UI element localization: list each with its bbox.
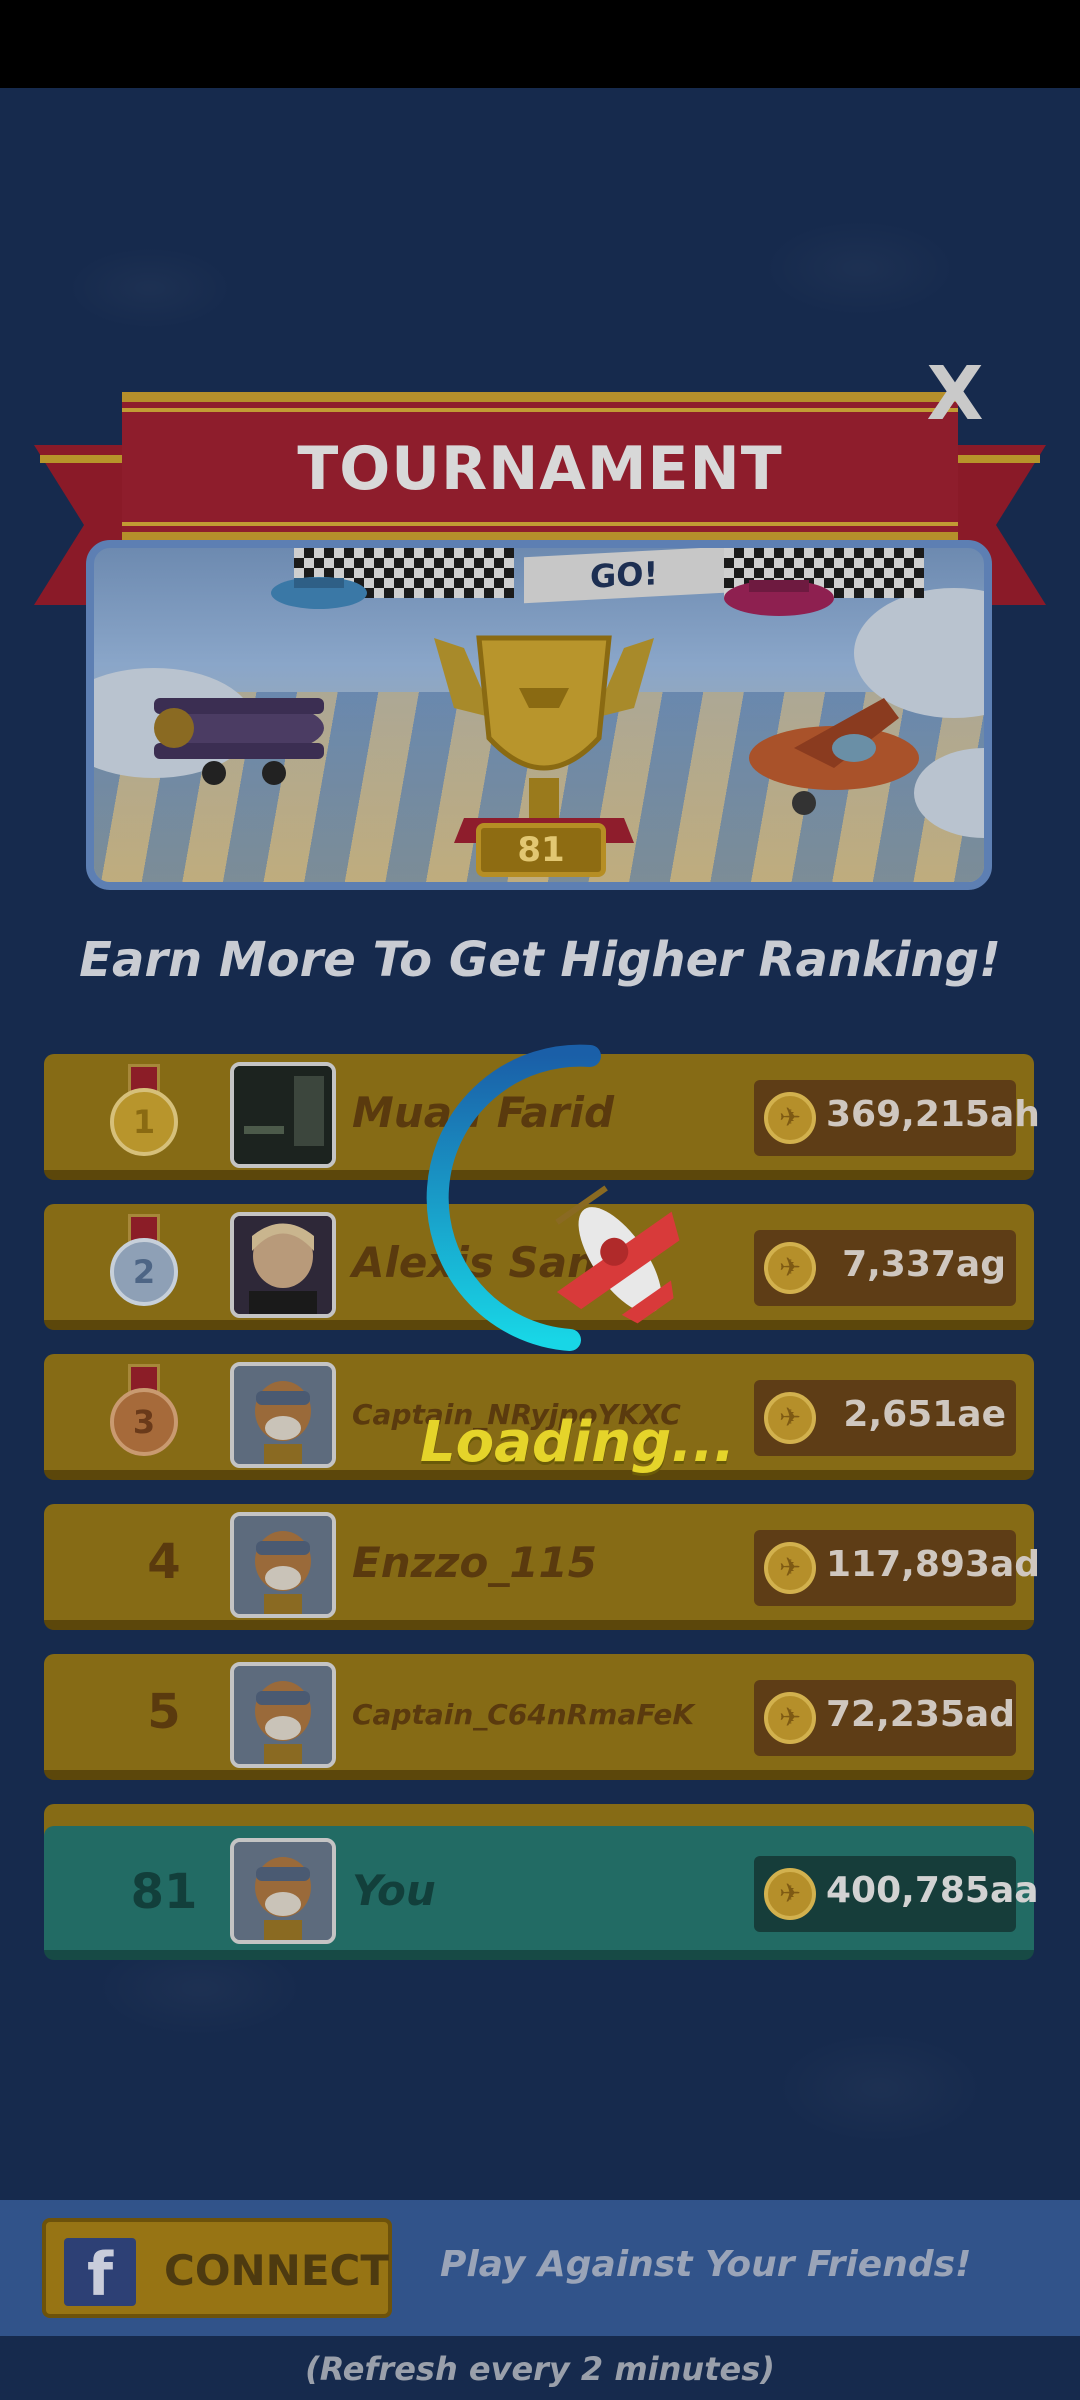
status-bar — [0, 0, 1080, 88]
coin-icon: ✈ — [764, 1092, 816, 1144]
player-name: Captain_C64nRmaFeK — [352, 1698, 695, 1731]
orange-plane-icon — [749, 698, 919, 815]
coin-icon: ✈ — [764, 1692, 816, 1744]
player-name: You — [352, 1866, 436, 1915]
gold-medal-icon: 1 — [104, 1064, 184, 1164]
pilot-avatar-icon — [234, 1366, 332, 1464]
avatar — [230, 1662, 336, 1768]
silver-medal-icon: 2 — [104, 1214, 184, 1314]
score-value: 7,337ag — [842, 1244, 1006, 1285]
player-rank: 81 — [130, 1864, 198, 1920]
score-value: 2,651ae — [843, 1394, 1006, 1435]
page-title: TOURNAMENT — [297, 434, 783, 504]
ribbon-line — [122, 408, 958, 412]
avatar — [230, 1512, 336, 1618]
refresh-note: (Refresh every 2 minutes) — [305, 2350, 775, 2388]
avatar-image — [234, 1216, 332, 1314]
biplane-icon — [154, 698, 324, 785]
coin-icon: ✈ — [764, 1392, 816, 1444]
score-box: ✈ 369,215ah — [754, 1080, 1040, 1156]
avatar-image — [234, 1066, 332, 1164]
pilot-avatar-icon — [234, 1516, 332, 1614]
score-value: 400,785aa — [826, 1870, 1039, 1911]
player-name: Enzzo_115 — [352, 1538, 598, 1587]
blue-plane-icon — [271, 577, 367, 609]
score-box: ✈ 7,337ag — [754, 1230, 1016, 1306]
medal-rank: 1 — [110, 1088, 178, 1156]
connect-label: CONNECT — [164, 2246, 389, 2295]
coin-icon: ✈ — [764, 1242, 816, 1294]
player-row[interactable]: 81 You ✈ 400,785aa — [44, 1826, 1039, 1960]
leaderboard-row[interactable]: 5 Captain_C64nRmaFeK ✈ 72,235ad — [44, 1654, 1034, 1780]
go-banner: GO! — [524, 548, 724, 604]
close-button[interactable]: X — [920, 354, 990, 434]
tournament-banner: GO! 81 — [86, 540, 992, 890]
ribbon: TOURNAMENT — [122, 392, 958, 542]
ribbon-line — [122, 522, 958, 526]
facebook-icon: f — [64, 2238, 136, 2310]
pilot-avatar-icon — [234, 1842, 332, 1940]
rank-number: 4 — [147, 1534, 181, 1590]
score-box: ✈ 117,893ad — [754, 1530, 1041, 1606]
avatar — [230, 1062, 336, 1168]
facebook-connect-button[interactable]: f CONNECT — [42, 2218, 392, 2318]
bronze-medal-icon: 3 — [104, 1364, 184, 1464]
coin-icon: ✈ — [764, 1542, 816, 1594]
score-value: 117,893ad — [826, 1544, 1041, 1585]
trophy-level-badge: 81 — [476, 823, 606, 877]
pink-plane-icon — [724, 580, 834, 616]
score-value: 369,215ah — [826, 1094, 1040, 1135]
score-box: ✈ 2,651ae — [754, 1380, 1016, 1456]
rank-number: 5 — [147, 1684, 181, 1740]
score-box: ✈ 400,785aa — [754, 1856, 1039, 1932]
loading-text: Loading... — [420, 1410, 735, 1475]
pilot-avatar-icon — [234, 1666, 332, 1764]
avatar — [230, 1212, 336, 1318]
invite-friends-text: Play Against Your Friends! — [440, 2244, 972, 2285]
leaderboard-row[interactable]: 4 Enzzo_115 ✈ 117,893ad — [44, 1504, 1041, 1630]
coin-icon: ✈ — [764, 1868, 816, 1920]
score-value: 72,235ad — [826, 1694, 1015, 1735]
medal-rank: 2 — [110, 1238, 178, 1306]
avatar — [230, 1362, 336, 1468]
avatar — [230, 1838, 336, 1944]
medal-rank: 3 — [110, 1388, 178, 1456]
ranking-subtitle: Earn More To Get Higher Ranking! — [79, 932, 1001, 988]
airplane-spinner-icon — [426, 1044, 680, 1351]
score-box: ✈ 72,235ad — [754, 1680, 1016, 1756]
